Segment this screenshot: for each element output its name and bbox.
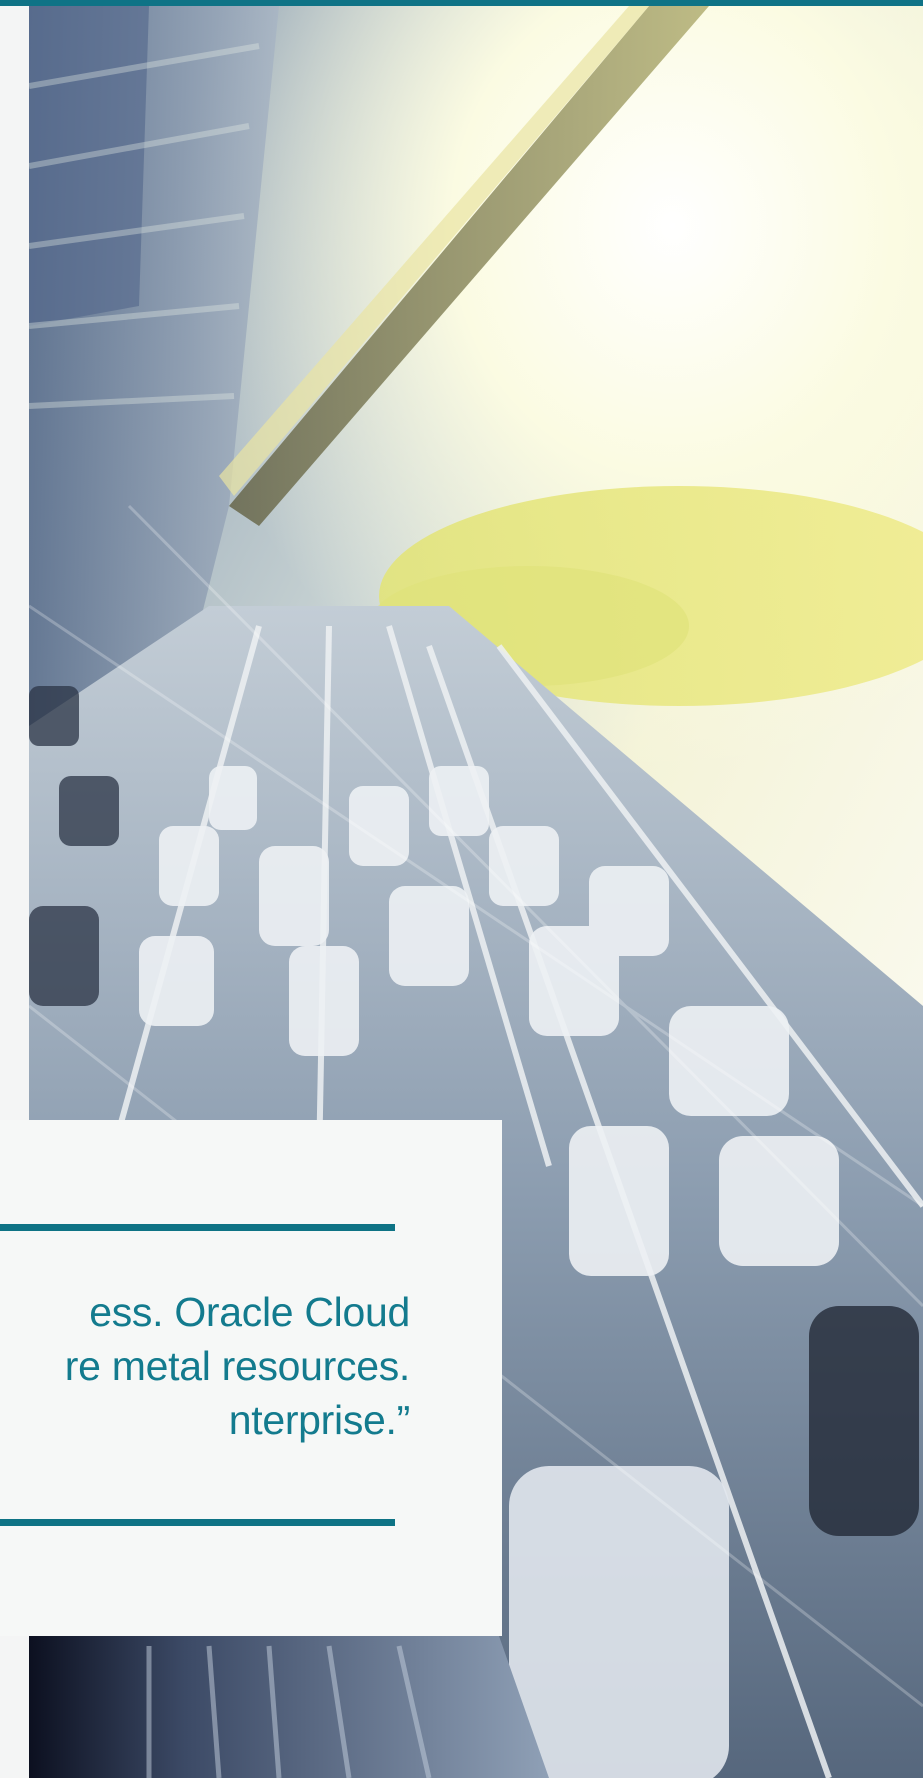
page: ess. Oracle Cloud re metal resources. nt… — [0, 0, 923, 1778]
quote-text: ess. Oracle Cloud re metal resources. nt… — [0, 1285, 411, 1447]
quote-line-3: nterprise.” — [228, 1397, 411, 1443]
quote-line-2: re metal resources. — [64, 1343, 411, 1389]
quote-card: ess. Oracle Cloud re metal resources. nt… — [0, 1120, 502, 1636]
quote-line-1: ess. Oracle Cloud — [89, 1289, 410, 1335]
quote-bottom-rule — [0, 1519, 395, 1526]
quote-top-rule — [0, 1224, 395, 1231]
